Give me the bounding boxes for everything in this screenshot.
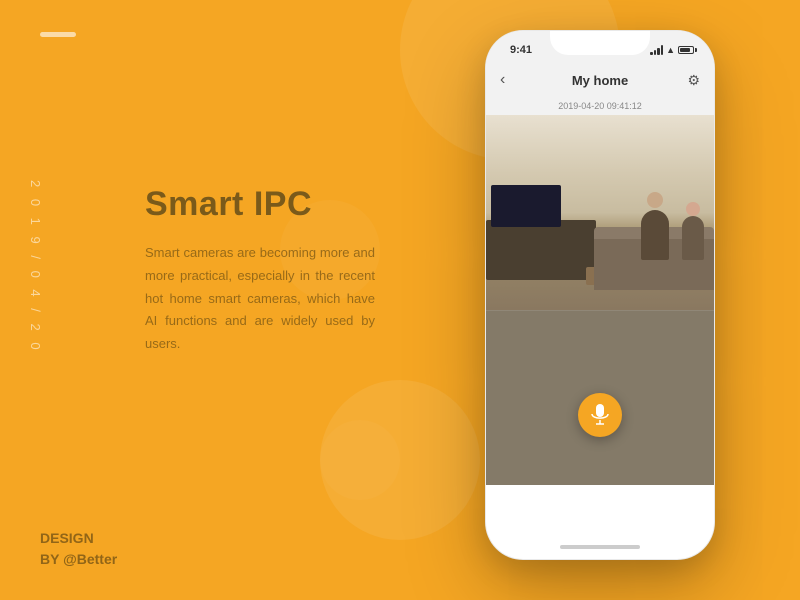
back-button[interactable]: ‹ <box>500 71 505 89</box>
camera-feed-bottom: ··· Message Video <box>486 310 714 485</box>
home-indicator <box>560 545 640 549</box>
microphone-button[interactable] <box>578 393 622 437</box>
room-scene <box>486 115 714 310</box>
nav-title: My home <box>572 73 628 88</box>
status-icons: ▲ <box>650 45 694 55</box>
phone-frame: 9:41 ▲ ‹ My home ⚙ 2019-04-20 09:41:12 <box>485 30 715 560</box>
battery-icon <box>678 46 694 54</box>
timestamp-text: 2019-04-20 09:41:12 <box>558 101 642 111</box>
feed-divider <box>486 310 714 311</box>
signal-icon <box>650 45 663 55</box>
tv-screen <box>491 185 561 227</box>
gear-icon[interactable]: ⚙ <box>687 72 700 89</box>
description-text: Smart cameras are becoming more and more… <box>145 242 375 356</box>
person-1-silhouette <box>641 210 669 260</box>
phone-notch <box>550 31 650 55</box>
left-content-area: Smart IPC Smart cameras are becoming mor… <box>145 185 375 356</box>
phone-mockup: 9:41 ▲ ‹ My home ⚙ 2019-04-20 09:41:12 <box>485 30 715 560</box>
credit-text: DESIGN BY @Better <box>40 528 117 570</box>
year-label: 2 0 1 9 / 0 4 / 2 0 <box>28 180 43 354</box>
page-title: Smart IPC <box>145 185 375 224</box>
bg-blob-4 <box>320 420 400 500</box>
top-dash-decoration <box>40 32 76 37</box>
person-2-silhouette <box>682 216 704 260</box>
status-time: 9:41 <box>510 44 532 56</box>
camera-feed-top <box>486 115 714 310</box>
nav-bar: ‹ My home ⚙ <box>486 61 714 99</box>
credit-line2: BY @Better <box>40 549 117 570</box>
timestamp-bar: 2019-04-20 09:41:12 <box>486 99 714 115</box>
tv-unit <box>486 220 596 280</box>
credit-line1: DESIGN <box>40 528 117 549</box>
wifi-icon: ▲ <box>666 45 675 55</box>
